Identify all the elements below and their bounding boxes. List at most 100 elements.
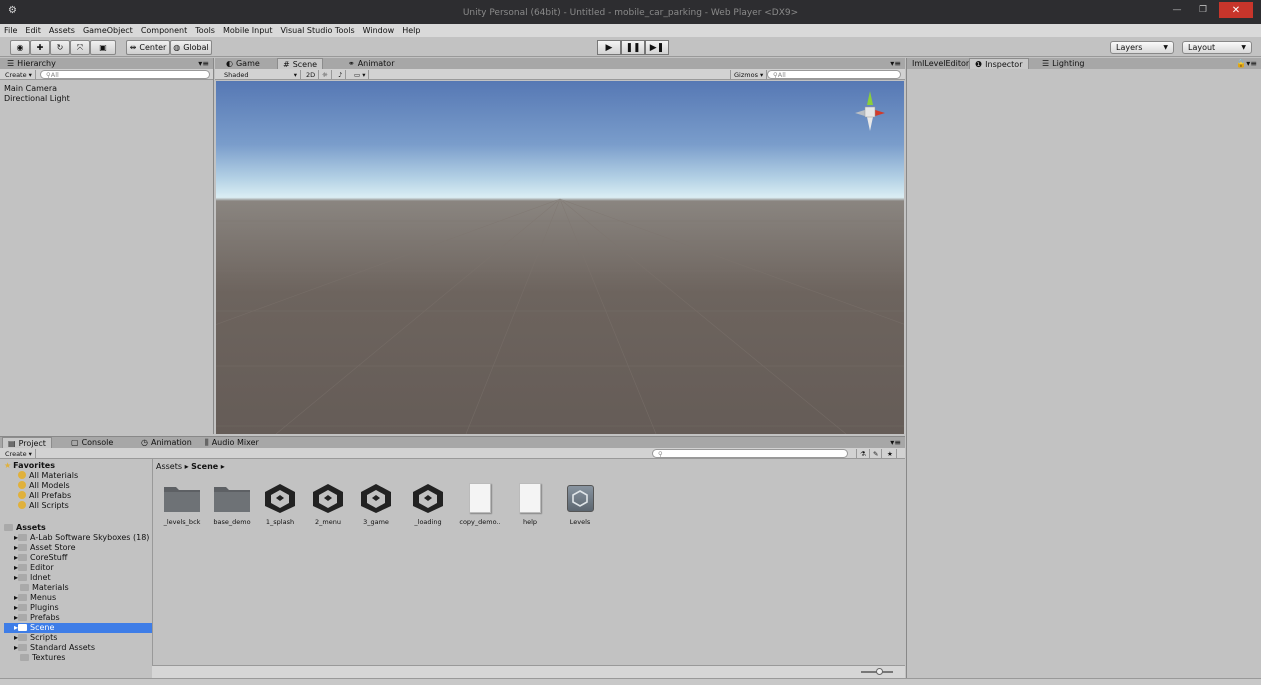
scale-tool-button[interactable]: ⤧: [70, 40, 90, 55]
hierarchy-search-input[interactable]: ⚲ All: [40, 70, 210, 79]
pivot-global-toggle[interactable]: ◍ Global: [170, 40, 212, 55]
project-search-input[interactable]: ⚲: [652, 449, 848, 458]
scene-viewport[interactable]: [216, 81, 904, 434]
console-icon: ▢: [71, 438, 79, 447]
minimize-button[interactable]: —: [1167, 2, 1187, 18]
project-create-button[interactable]: Create ▾: [2, 449, 36, 458]
menu-gameobject[interactable]: GameObject: [83, 26, 133, 35]
playback-controls: ▶ ❚❚ ▶❚: [597, 40, 669, 55]
folder-item[interactable]: ▸ CoreStuff: [4, 553, 152, 563]
window-title: Unity Personal (64bit) - Untitled - mobi…: [462, 8, 799, 18]
scene-audio-toggle[interactable]: ♪: [335, 70, 347, 79]
tab-console[interactable]: ▢ Console: [66, 437, 118, 448]
panel-menu-icon[interactable]: ▾≡: [198, 59, 209, 68]
favorite-item[interactable]: All Models: [4, 481, 152, 491]
menu-visual-studio-tools[interactable]: Visual Studio Tools: [280, 26, 354, 35]
lighting-icon: ☰: [1042, 59, 1050, 68]
tab-audio-mixer[interactable]: ⫼ Audio Mixer: [200, 437, 264, 448]
scale-icon: ⤧: [76, 42, 84, 52]
menu-edit[interactable]: Edit: [25, 26, 41, 35]
folder-item[interactable]: ▸ Menus: [4, 593, 152, 603]
layout-dropdown[interactable]: Layout ▼: [1182, 41, 1252, 54]
panel-menu-icon[interactable]: ▾≡: [890, 59, 901, 68]
pause-button[interactable]: ❚❚: [621, 40, 645, 55]
menu-assets[interactable]: Assets: [49, 26, 75, 35]
scene-lighting-toggle[interactable]: ☼: [319, 70, 332, 79]
tab-lighting[interactable]: ☰ Lighting: [1037, 58, 1090, 69]
tab-game[interactable]: ◐ Game: [221, 58, 265, 69]
favorite-button[interactable]: ★: [884, 449, 897, 458]
tab-project[interactable]: ▤ Project: [2, 437, 52, 448]
folder-item[interactable]: Materials: [4, 583, 152, 593]
tab-level-editor[interactable]: ImlLevelEditor\: [907, 58, 977, 69]
pause-icon: ❚❚: [625, 42, 641, 53]
menu-file[interactable]: File: [4, 26, 17, 35]
folder-item-selected[interactable]: ▸ Scene: [4, 623, 152, 633]
asset-scene[interactable]: _loading: [406, 478, 450, 526]
pivot-center-toggle[interactable]: ⇹ Center: [126, 40, 170, 55]
asset-levels[interactable]: Levels: [558, 478, 602, 526]
tab-inspector[interactable]: ❶ Inspector: [969, 58, 1029, 69]
folder-item[interactable]: ▸ Editor: [4, 563, 152, 573]
toggle-2d-button[interactable]: 2D: [303, 70, 320, 79]
filter-label-button[interactable]: ✎: [870, 449, 883, 458]
lock-icon[interactable]: 🔒▾≡: [1236, 59, 1257, 68]
slider-thumb[interactable]: [876, 668, 883, 675]
layers-dropdown[interactable]: Layers ▼: [1110, 41, 1174, 54]
gizmos-dropdown[interactable]: Gizmos ▾: [730, 70, 768, 79]
panel-menu-icon[interactable]: ▾≡: [890, 438, 901, 447]
move-tool-button[interactable]: ✚: [30, 40, 50, 55]
menu-help[interactable]: Help: [402, 26, 420, 35]
asset-scene[interactable]: 1_splash: [258, 478, 302, 526]
menu-window[interactable]: Window: [363, 26, 395, 35]
maximize-button[interactable]: ❐: [1193, 2, 1213, 18]
tab-animator[interactable]: ⚭ Animator: [343, 58, 399, 69]
play-icon: ▶: [605, 42, 613, 53]
shading-mode-dropdown[interactable]: Shaded ▾: [221, 70, 301, 79]
asset-scene[interactable]: 3_game: [354, 478, 398, 526]
tab-scene[interactable]: # Scene: [277, 58, 324, 69]
scene-orientation-gizmo[interactable]: [850, 85, 890, 135]
rect-tool-button[interactable]: ▣: [90, 40, 116, 55]
favorite-item[interactable]: All Materials: [4, 471, 152, 481]
folder-item[interactable]: ▸ Plugins: [4, 603, 152, 613]
folder-item[interactable]: Textures: [4, 653, 152, 663]
tab-hierarchy[interactable]: ☰ Hierarchy: [2, 58, 61, 69]
breadcrumb-scene[interactable]: Scene: [191, 462, 218, 471]
menu-component[interactable]: Component: [141, 26, 187, 35]
rotate-icon: ↻: [56, 43, 64, 52]
hierarchy-create-button[interactable]: Create ▾: [2, 70, 36, 79]
folder-item[interactable]: ▸ Prefabs: [4, 613, 152, 623]
hierarchy-item-directional-light[interactable]: Directional Light: [4, 94, 70, 104]
filter-type-button[interactable]: ⚗: [856, 449, 870, 458]
asset-folder[interactable]: base_demo: [210, 478, 254, 526]
hand-tool-button[interactable]: ◉: [10, 40, 30, 55]
tree-divider[interactable]: [152, 459, 153, 679]
assets-root-folder[interactable]: Assets: [4, 523, 152, 533]
folder-item[interactable]: ▸ Idnet: [4, 573, 152, 583]
scene-search-input[interactable]: ⚲ All: [767, 70, 901, 79]
rotate-tool-button[interactable]: ↻: [50, 40, 70, 55]
favorite-item[interactable]: All Scripts: [4, 501, 152, 511]
asset-text-file[interactable]: copy_demo..: [458, 478, 502, 526]
folder-item[interactable]: ▸ Asset Store: [4, 543, 152, 553]
step-button[interactable]: ▶❚: [645, 40, 669, 55]
tab-animation[interactable]: ◷ Animation: [136, 437, 197, 448]
asset-text-file[interactable]: help: [508, 478, 552, 526]
folder-item[interactable]: ▸ A-Lab Software Skyboxes (18): [4, 533, 152, 543]
folder-item[interactable]: ▸ Scripts: [4, 633, 152, 643]
folder-icon: [18, 574, 28, 581]
close-button[interactable]: ✕: [1219, 2, 1253, 18]
asset-folder[interactable]: _levels_bck: [160, 478, 204, 526]
hierarchy-item-main-camera[interactable]: Main Camera: [4, 84, 70, 94]
menu-mobile-input[interactable]: Mobile Input: [223, 26, 273, 35]
ground-grid: [216, 198, 904, 434]
breadcrumb-assets[interactable]: Assets: [156, 462, 182, 471]
menu-tools[interactable]: Tools: [195, 26, 215, 35]
folder-item[interactable]: ▸ Standard Assets: [4, 643, 152, 653]
play-button[interactable]: ▶: [597, 40, 621, 55]
favorite-item[interactable]: All Prefabs: [4, 491, 152, 501]
asset-scene[interactable]: 2_menu: [306, 478, 350, 526]
favorites-header[interactable]: ★ Favorites: [4, 461, 152, 471]
scene-effects-dropdown[interactable]: ▭ ▾: [351, 70, 370, 79]
